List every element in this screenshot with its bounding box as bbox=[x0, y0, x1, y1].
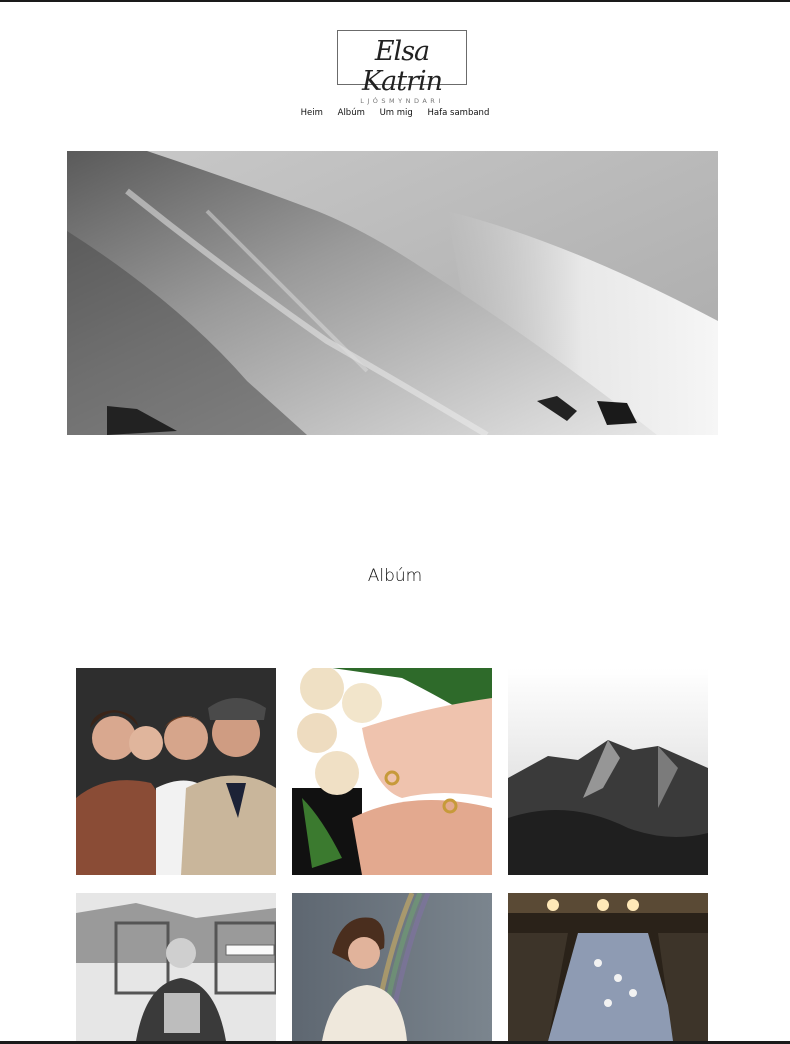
nav-item-album[interactable]: Albúm bbox=[338, 108, 365, 118]
nav-item-um-mig[interactable]: Um mig bbox=[380, 108, 413, 118]
woman-rainbow-portrait-photo bbox=[292, 893, 492, 1041]
albums-title: Albúm bbox=[367, 566, 423, 586]
album-tile-ski-lift[interactable] bbox=[76, 893, 276, 1041]
family-portrait-photo bbox=[76, 668, 276, 875]
logo-subtitle: LJÓSMYNDARI bbox=[360, 97, 444, 105]
album-tile-family[interactable] bbox=[76, 668, 276, 875]
site-logo[interactable]: Elsa Katrin LJÓSMYNDARI bbox=[337, 30, 467, 105]
stage-performance-audience-photo bbox=[508, 893, 708, 1041]
nav-item-hafa-samband[interactable]: Hafa samband bbox=[428, 108, 490, 118]
mountain-peak-bw-photo bbox=[508, 668, 708, 875]
wedding-hands-roses-photo bbox=[292, 668, 492, 875]
top-border bbox=[0, 0, 790, 2]
main-nav: Heim Albúm Um mig Hafa samband bbox=[0, 108, 790, 118]
snowy-mountain-slope-bw-photo bbox=[67, 151, 718, 435]
hero-image bbox=[67, 151, 718, 435]
nav-item-heim[interactable]: Heim bbox=[301, 108, 323, 118]
album-tile-rainbow[interactable] bbox=[292, 893, 492, 1041]
album-tile-mountain[interactable] bbox=[508, 668, 708, 875]
album-tile-stage[interactable] bbox=[508, 893, 708, 1041]
album-tile-wedding[interactable] bbox=[292, 668, 492, 875]
logo-script-text: Elsa Katrin bbox=[361, 36, 443, 97]
man-on-ski-lift-bw-photo bbox=[76, 893, 276, 1041]
